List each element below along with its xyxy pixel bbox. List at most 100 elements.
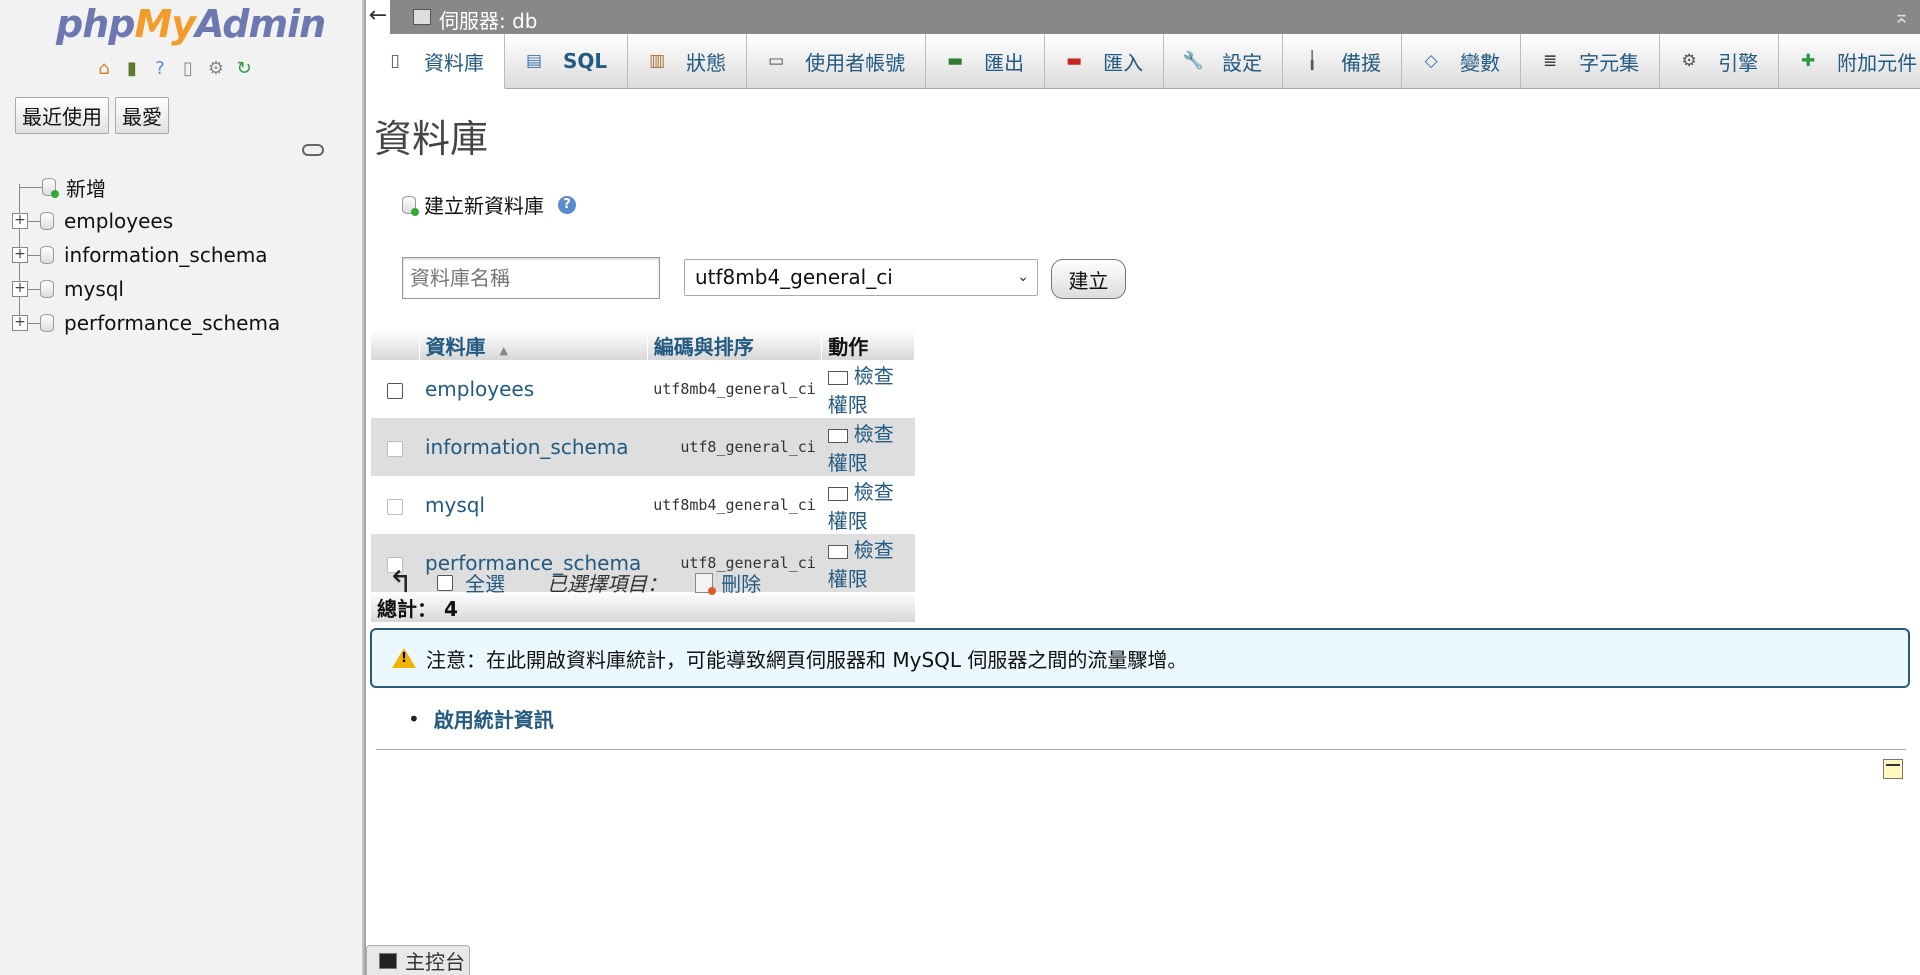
page-settings-icon[interactable] <box>1883 759 1903 779</box>
tab-plugins[interactable]: ✚ 附加元件 <box>1779 34 1920 88</box>
with-selected-label: 已選擇項目： <box>547 572 668 596</box>
tab-databases[interactable]: ▯ 資料庫 <box>366 34 505 89</box>
enable-statistics-link[interactable]: 啟用統計資訊 <box>434 704 554 733</box>
collation-cell: utf8mb4_general_ci <box>653 496 816 514</box>
delete-button[interactable]: 刪除 <box>721 568 761 597</box>
tab-import[interactable]: ▬ 匯入 <box>1045 34 1165 88</box>
select-all-label[interactable]: 全選 <box>465 568 505 597</box>
database-link[interactable]: information_schema <box>419 418 648 476</box>
database-icon <box>40 212 54 230</box>
help-icon[interactable]: ? <box>558 195 576 214</box>
recent-favorites-group: 最近使用 最愛 <box>15 97 169 134</box>
tab-export[interactable]: ▬ 匯出 <box>926 34 1046 88</box>
home-icon[interactable]: ⌂ <box>93 58 115 80</box>
page-title: 資料庫 <box>374 117 489 161</box>
expand-icon[interactable]: + <box>12 213 28 229</box>
database-link[interactable]: employees <box>419 360 647 418</box>
tab-replication[interactable]: ╽ 備援 <box>1283 34 1403 88</box>
table-header-row: 資料庫 ▲ 編碼與排序 動作 <box>371 330 915 360</box>
favorites-button[interactable]: 最愛 <box>115 97 169 134</box>
tab-variables[interactable]: ◇ 變數 <box>1402 34 1522 88</box>
expand-icon[interactable]: + <box>12 247 28 263</box>
statistics-notice: 注意：在此開啟資料庫統計，可能導致網頁伺服器和 MySQL 伺服器之間的流量驟增… <box>370 628 1910 688</box>
check-privileges-link[interactable]: 檢查權限 <box>822 476 915 534</box>
table-row: information_schema utf8_general_ci 檢查權限 <box>371 418 915 476</box>
wrench-icon: 🔧 <box>1182 51 1204 71</box>
row-checkbox[interactable] <box>387 382 403 399</box>
navigation-panel: phpMyAdmin ⌂ ▮ ? ▯ ⚙ ↻ 最近使用 最愛 新增 + empl… <box>0 0 362 975</box>
tree-item-label: mysql <box>64 277 124 301</box>
reload-icon[interactable]: ↻ <box>233 58 255 80</box>
check-privileges-link[interactable]: 檢查權限 <box>821 418 915 476</box>
phpmyadmin-logo[interactable]: phpMyAdmin <box>56 2 326 46</box>
tree-item-label: performance_schema <box>64 311 281 335</box>
console-icon <box>379 952 397 969</box>
create-database-button[interactable]: 建立 <box>1051 259 1126 299</box>
server-breadcrumb[interactable]: 伺服器: db <box>439 5 538 34</box>
expand-icon[interactable]: + <box>12 315 28 331</box>
recent-button[interactable]: 最近使用 <box>15 97 109 134</box>
database-link[interactable]: mysql <box>419 476 647 534</box>
column-header-action: 動作 <box>821 330 915 360</box>
help-icon[interactable]: ? <box>149 58 171 80</box>
import-icon: ▬ <box>1066 51 1083 71</box>
check-privileges-link[interactable]: 檢查權限 <box>821 534 915 592</box>
table-row: mysql utf8mb4_general_ci 檢查權限 <box>371 476 915 534</box>
panel-resizer[interactable] <box>362 0 366 975</box>
engine-icon: ⚙ <box>1681 51 1697 71</box>
database-tree: 新增 + employees + information_schema + my… <box>12 170 280 340</box>
collapse-navigation-button[interactable]: ← <box>366 0 390 34</box>
tab-sql[interactable]: ▤ SQL <box>505 34 629 88</box>
tab-status[interactable]: ▥ 狀態 <box>628 34 748 88</box>
logout-icon[interactable]: ▮ <box>121 58 143 80</box>
new-database-icon <box>42 178 59 198</box>
expand-icon[interactable]: + <box>12 281 28 297</box>
variables-icon: ◇ <box>1424 51 1438 71</box>
tree-item-new[interactable]: 新增 <box>12 170 280 204</box>
privileges-icon <box>827 370 848 385</box>
collation-cell: utf8mb4_general_ci <box>653 380 816 398</box>
new-database-icon <box>402 195 419 216</box>
create-database-heading: 建立新資料庫 ? <box>402 190 576 219</box>
plugin-icon: ✚ <box>1801 51 1816 71</box>
privileges-icon <box>827 428 848 443</box>
sql-icon: ▤ <box>525 51 543 71</box>
privileges-icon <box>827 486 848 501</box>
tab-user-accounts[interactable]: ▭ 使用者帳號 <box>747 34 927 88</box>
tree-item-mysql[interactable]: + mysql <box>12 272 280 306</box>
database-icon <box>40 314 54 332</box>
column-header-collation[interactable]: 編碼與排序 <box>647 330 823 360</box>
database-name-input[interactable] <box>402 257 660 299</box>
column-header-database[interactable]: 資料庫 ▲ <box>419 330 648 360</box>
row-checkbox-disabled <box>387 498 403 515</box>
tab-charsets[interactable]: ≣ 字元集 <box>1521 34 1661 88</box>
tab-engines[interactable]: ⚙ 引擎 <box>1660 34 1780 88</box>
replication-icon: ╽ <box>1307 51 1318 71</box>
divider <box>376 749 1906 750</box>
tree-item-information-schema[interactable]: + information_schema <box>12 238 280 272</box>
check-privileges-link[interactable]: 檢查權限 <box>822 360 915 418</box>
chevron-down-icon: ⌄ <box>1017 269 1029 285</box>
select-all-checkbox[interactable] <box>437 574 454 591</box>
tree-item-employees[interactable]: + employees <box>12 204 280 238</box>
notice-text: 注意：在此開啟資料庫統計，可能導致網頁伺服器和 MySQL 伺服器之間的流量驟增… <box>426 647 1188 672</box>
arrow-ltr-icon: ↰ <box>388 564 414 600</box>
collation-cell: utf8_general_ci <box>647 418 822 476</box>
users-icon: ▭ <box>768 51 785 71</box>
docs-icon[interactable]: ▯ <box>177 58 199 80</box>
with-selected-bar: ↰ 全選 已選擇項目： 刪除 <box>388 564 761 600</box>
link-with-main-panel-icon[interactable] <box>302 144 324 156</box>
export-icon: ▬ <box>947 51 964 71</box>
tree-item-label: information_schema <box>64 243 268 267</box>
collation-select[interactable]: utf8mb4_general_ci ⌄ <box>684 259 1038 296</box>
top-menu-tabs: ▯ 資料庫 ▤ SQL ▥ 狀態 ▭ 使用者帳號 ▬ 匯出 ▬ 匯入 🔧 設定 ╽ 備援 ◇ 變數… <box>366 34 1920 89</box>
database-icon: ▯ <box>390 51 400 71</box>
total-value: 4 <box>443 596 458 621</box>
settings-icon[interactable]: ⚙ <box>205 58 227 80</box>
tab-settings[interactable]: 🔧 設定 <box>1164 34 1284 88</box>
collapse-top-menu-icon[interactable]: ⌅ <box>1893 4 1910 28</box>
tree-item-performance-schema[interactable]: + performance_schema <box>12 306 280 340</box>
console-toggle[interactable]: 主控台 <box>366 945 470 975</box>
charset-icon: ≣ <box>1543 51 1558 71</box>
server-breadcrumb-bar: ← 伺服器: db ⌅ <box>366 0 1920 34</box>
